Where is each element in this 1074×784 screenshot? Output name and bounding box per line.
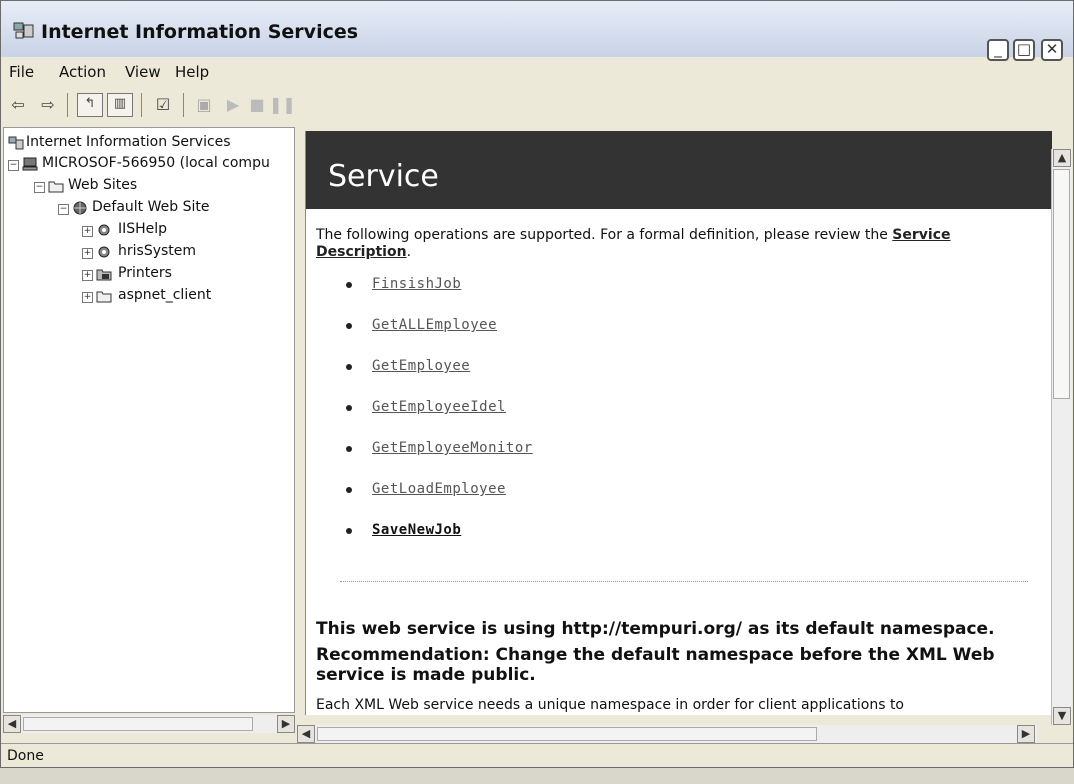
- gear-icon: [98, 224, 110, 236]
- operation-link-finsishjob[interactable]: FinsishJob: [372, 276, 461, 292]
- gear-icon: [98, 246, 110, 258]
- recommendation-heading: Recommendation: Change the default names…: [316, 645, 995, 685]
- expand-icon[interactable]: +: [82, 248, 93, 259]
- namespace-heading: This web service is using http://tempuri…: [316, 619, 995, 639]
- tree-horizontal-scrollbar[interactable]: ◀ ▶: [3, 715, 295, 733]
- bullet-icon: [346, 405, 352, 411]
- bullet-icon: [346, 446, 352, 452]
- page-bottom-strip: [0, 768, 1074, 784]
- tree-item-aspnet-client[interactable]: aspnet_client: [118, 287, 211, 303]
- scroll-up-icon[interactable]: ▲: [1053, 149, 1071, 167]
- operation-link-getloademployee[interactable]: GetLoadEmployee: [372, 481, 506, 497]
- title-bar[interactable]: Internet Information Services _ □ ✕: [1, 1, 1073, 61]
- pause-icon[interactable]: ❚❚: [269, 93, 296, 117]
- scroll-thumb[interactable]: [23, 717, 253, 731]
- collapse-icon[interactable]: −: [8, 160, 19, 171]
- toolbar-separator: [141, 93, 142, 117]
- iis-window: Internet Information Services _ □ ✕ File…: [0, 0, 1074, 768]
- content-vertical-scrollbar[interactable]: ▲ ▼: [1051, 149, 1072, 725]
- toolbar: ⇦ ⇨ ↰ ▥ ☑ ▣ ▶ ■ ❚❚: [1, 89, 1073, 123]
- expand-icon[interactable]: +: [82, 292, 93, 303]
- banner-title: Service: [328, 159, 439, 194]
- scroll-left-icon[interactable]: ◀: [297, 725, 315, 743]
- bullet-icon: [346, 323, 352, 329]
- toolbar-separator: [67, 93, 68, 117]
- tree-item-iishelp[interactable]: IISHelp: [118, 221, 167, 237]
- folder-icon: [48, 181, 64, 193]
- service-banner: Service: [306, 131, 1052, 209]
- bullet-icon: [346, 528, 352, 534]
- status-text: Done: [7, 748, 44, 764]
- scroll-thumb[interactable]: [317, 727, 817, 741]
- iis-root-icon: [8, 136, 24, 150]
- computer-icon: [22, 157, 38, 171]
- operation-link-getemployeemonitor[interactable]: GetEmployeeMonitor: [372, 440, 533, 456]
- tree-default-site-label[interactable]: Default Web Site: [92, 199, 209, 215]
- operation-link-savenewjob[interactable]: SaveNewJob: [372, 522, 461, 538]
- window-title: Internet Information Services: [41, 21, 359, 43]
- scroll-thumb[interactable]: [1053, 169, 1070, 399]
- tree-pane: Internet Information Services − MICROSOF…: [3, 127, 295, 713]
- website-globe-icon: [73, 201, 87, 215]
- content-horizontal-scrollbar[interactable]: ◀ ▶: [297, 725, 1037, 743]
- operation-link-getemployee[interactable]: GetEmployee: [372, 358, 470, 374]
- play-icon[interactable]: ▶: [223, 93, 243, 117]
- back-arrow-icon[interactable]: ⇦: [5, 93, 31, 117]
- properties-icon[interactable]: ☑: [149, 93, 177, 117]
- namespace-explanation: Each XML Web service needs a unique name…: [316, 697, 904, 713]
- close-icon[interactable]: ✕: [1041, 39, 1063, 61]
- up-folder-icon[interactable]: ↰: [77, 93, 103, 117]
- intro-end: .: [406, 244, 412, 260]
- tree-item-printers[interactable]: Printers: [118, 265, 172, 281]
- expand-icon[interactable]: +: [82, 270, 93, 281]
- tree-computer-label[interactable]: MICROSOF-566950 (local compu: [42, 155, 270, 171]
- scroll-right-icon[interactable]: ▶: [277, 715, 295, 733]
- collapse-icon[interactable]: −: [58, 204, 69, 215]
- divider: [340, 581, 1028, 582]
- toolbar-separator: [183, 93, 184, 117]
- operation-link-getemployeeidel[interactable]: GetEmployeeIdel: [372, 399, 506, 415]
- iis-app-icon: [13, 22, 34, 39]
- menu-file[interactable]: File: [9, 63, 34, 81]
- computer-icon[interactable]: ▣: [191, 93, 217, 117]
- web-service-content: Service The following operations are sup…: [305, 131, 1052, 715]
- folder-icon: [96, 291, 112, 303]
- menu-view[interactable]: View: [125, 63, 161, 81]
- bullet-icon: [346, 487, 352, 493]
- show-hide-tree-icon[interactable]: ▥: [107, 93, 133, 117]
- scroll-right-icon[interactable]: ▶: [1017, 725, 1035, 743]
- menu-help[interactable]: Help: [175, 63, 209, 81]
- bullet-icon: [346, 282, 352, 288]
- forward-arrow-icon[interactable]: ⇨: [35, 93, 61, 117]
- intro-text: The following operations are supported. …: [316, 227, 893, 243]
- operation-link-getallemployee[interactable]: GetALLEmployee: [372, 317, 497, 333]
- scroll-left-icon[interactable]: ◀: [3, 715, 21, 733]
- status-bar: Done: [1, 743, 1073, 767]
- menu-bar: File Action View Help: [1, 59, 1073, 85]
- minimize-icon[interactable]: _: [987, 39, 1009, 61]
- tree-root-label[interactable]: Internet Information Services: [26, 134, 231, 150]
- stop-icon[interactable]: ■: [247, 93, 267, 117]
- scroll-down-icon[interactable]: ▼: [1053, 707, 1071, 725]
- maximize-icon[interactable]: □: [1013, 39, 1035, 61]
- collapse-icon[interactable]: −: [34, 182, 45, 193]
- tree-item-hrissystem[interactable]: hrisSystem: [118, 243, 196, 259]
- expand-icon[interactable]: +: [82, 226, 93, 237]
- menu-action[interactable]: Action: [59, 63, 106, 81]
- printer-folder-icon: [96, 269, 112, 281]
- bullet-icon: [346, 364, 352, 370]
- tree-web-sites-label[interactable]: Web Sites: [68, 177, 137, 193]
- intro-paragraph: The following operations are supported. …: [316, 227, 1006, 261]
